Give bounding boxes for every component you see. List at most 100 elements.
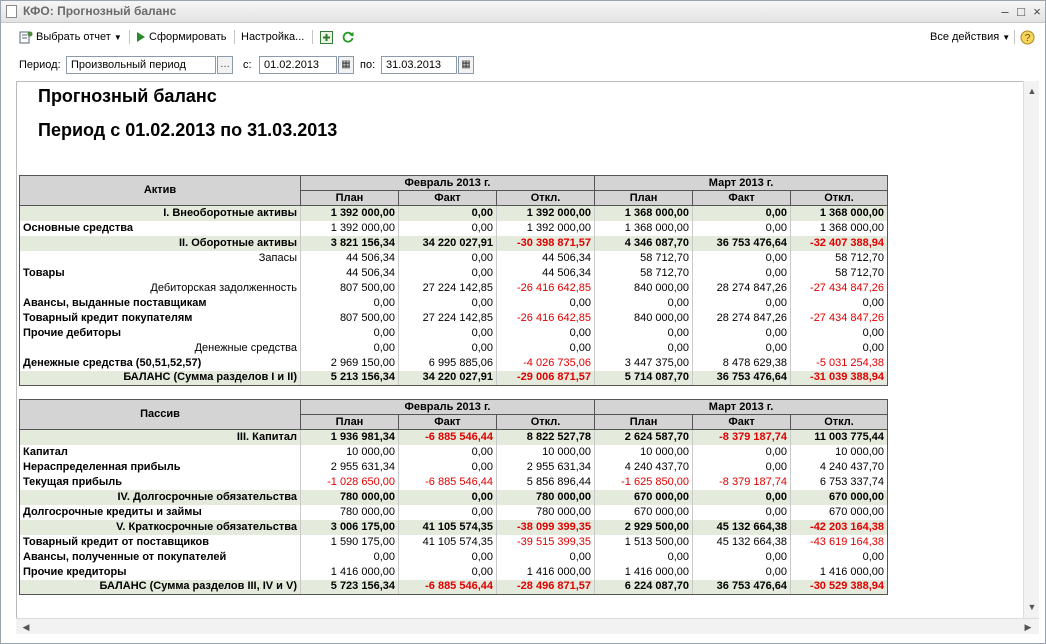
cell-value: 4 240 437,70: [594, 459, 694, 475]
total-row: БАЛАНС (Сумма разделов I и II) 5 213 156,…: [19, 370, 889, 386]
cell-value: 3 447 375,00: [594, 355, 694, 371]
period-to-input[interactable]: 31.03.2013: [381, 56, 457, 74]
minimize-button[interactable]: –: [997, 4, 1013, 19]
cell-value: 6 995 885,06: [398, 355, 497, 371]
cell-value: -38 099 399,35: [496, 519, 596, 535]
table-row: Денежные средства 0,00 0,00 0,00 0,00 0,00 0,0…: [19, 340, 889, 356]
help-button[interactable]: ?: [1020, 28, 1035, 46]
cell-value: 5 856 896,44: [496, 474, 596, 490]
cell-value: -6 885 546,44: [398, 474, 497, 490]
cell-value: -4 026 735,06: [496, 355, 596, 371]
choose-report-button[interactable]: Выбрать отчет ▼: [19, 28, 122, 46]
liabilities-table-body: Пассив Февраль 2013 г. Март 2013 г. План Фак…: [19, 399, 889, 595]
calendar-icon[interactable]: ▦: [458, 56, 474, 74]
cell-value: 840 000,00: [594, 280, 694, 296]
scroll-right-icon[interactable]: ▶: [1020, 619, 1036, 635]
cell-value: 1 416 000,00: [300, 564, 399, 580]
header-row: Актив Февраль 2013 г. Март 2013 г.: [19, 175, 889, 206]
choose-report-label: Выбрать отчет: [36, 31, 111, 43]
cell-value: 0,00: [790, 549, 889, 565]
section-header: Пассив: [19, 399, 301, 430]
table-row: Дебиторская задолженность 807 500,00 27 22…: [19, 280, 889, 296]
cell-value: 10 000,00: [496, 444, 596, 460]
settings-button[interactable]: Настройка...: [241, 28, 304, 46]
cell-value: 36 753 476,64: [692, 235, 792, 251]
horizontal-scrollbar[interactable]: ◀ ▶: [16, 618, 1039, 634]
cell-value: 34 220 027,91: [398, 370, 497, 386]
vertical-scrollbar[interactable]: ▲ ▼: [1023, 81, 1039, 618]
column-group-mar: Март 2013 г.: [594, 399, 889, 415]
cell-value: 58 712,70: [790, 265, 889, 281]
refresh-button[interactable]: [341, 28, 355, 46]
cell-value: 0,00: [496, 340, 596, 356]
cell-value: 5 723 156,34: [300, 579, 399, 595]
cell-value: 0,00: [398, 504, 497, 520]
cell-value: 1 936 981,34: [300, 429, 399, 445]
row-label: Прочие дебиторы: [19, 325, 301, 341]
all-actions-menu[interactable]: Все действия ▼: [930, 28, 1010, 46]
report-area: Прогнозный баланс Период с 01.02.2013 по…: [16, 81, 1023, 618]
scroll-up-icon[interactable]: ▲: [1024, 83, 1040, 99]
period-from-input[interactable]: 01.02.2013: [259, 56, 337, 74]
chevron-down-icon: ▼: [113, 33, 122, 42]
cell-value: 0,00: [496, 549, 596, 565]
table-row: Авансы, полученные от покупателей 0,00 0,0…: [19, 549, 889, 565]
cell-value: 0,00: [398, 205, 497, 221]
scroll-left-icon[interactable]: ◀: [18, 619, 34, 635]
cell-value: 10 000,00: [594, 444, 694, 460]
section-row: V. Краткосрочные обязательства 3 006 175,…: [19, 519, 889, 535]
cell-value: 1 368 000,00: [594, 220, 694, 236]
cell-value: 0,00: [692, 325, 792, 341]
row-label: IV. Долгосрочные обязательства: [19, 489, 301, 505]
cell-value: 1 392 000,00: [300, 220, 399, 236]
chevron-down-icon: ▼: [1002, 33, 1011, 42]
column-header-fact: Факт: [398, 414, 497, 430]
column-header-plan: План: [300, 414, 399, 430]
table-row: Запасы 44 506,34 0,00 44 506,34 58 712,70 0,0…: [19, 250, 889, 266]
period-from-label: с:: [243, 59, 252, 71]
cell-value: 27 224 142,85: [398, 280, 497, 296]
cell-value: 1 368 000,00: [594, 205, 694, 221]
maximize-button[interactable]: □: [1013, 4, 1029, 19]
cell-value: 0,00: [692, 504, 792, 520]
cell-value: 0,00: [790, 340, 889, 356]
cell-value: 0,00: [692, 295, 792, 311]
cell-value: 8 822 527,78: [496, 429, 596, 445]
row-label: Авансы, выданные поставщикам: [19, 295, 301, 311]
total-row: БАЛАНС (Сумма разделов III, IV и V) 5 723…: [19, 579, 889, 595]
cell-value: 780 000,00: [496, 489, 596, 505]
generate-button[interactable]: Сформировать: [136, 28, 227, 46]
liabilities-table: Пассив Февраль 2013 г. Март 2013 г. План Фак…: [19, 399, 889, 595]
period-select-button[interactable]: …: [217, 56, 233, 74]
cell-value: -32 407 388,94: [790, 235, 889, 251]
cell-value: 0,00: [398, 549, 497, 565]
cell-value: 2 969 150,00: [300, 355, 399, 371]
row-label: Текущая прибыль: [19, 474, 301, 490]
report-window: КФО: Прогнозный баланс – □ × Выбрать отч…: [0, 0, 1046, 644]
cell-value: 0,00: [496, 295, 596, 311]
add-button[interactable]: [320, 28, 333, 46]
cell-value: 44 506,34: [496, 250, 596, 266]
scroll-down-icon[interactable]: ▼: [1024, 599, 1040, 615]
cell-value: 4 346 087,70: [594, 235, 694, 251]
toolbar-divider: [1014, 30, 1015, 44]
section-header: Актив: [19, 175, 301, 206]
cell-value: 1 392 000,00: [496, 205, 596, 221]
cell-value: -29 006 871,57: [496, 370, 596, 386]
close-button[interactable]: ×: [1029, 4, 1045, 19]
cell-value: 3 006 175,00: [300, 519, 399, 535]
period-select[interactable]: Произвольный период: [66, 56, 216, 74]
table-row: Товары 44 506,34 0,00 44 506,34 58 712,70 0,0…: [19, 265, 889, 281]
cell-value: -26 416 642,85: [496, 310, 596, 326]
cell-value: 0,00: [398, 250, 497, 266]
cell-value: 11 003 775,44: [790, 429, 889, 445]
toolbar: Выбрать отчет ▼ Сформировать Настройка..…: [1, 24, 1045, 50]
cell-value: 58 712,70: [594, 250, 694, 266]
cell-value: 5 213 156,34: [300, 370, 399, 386]
cell-value: 0,00: [692, 265, 792, 281]
cell-value: 36 753 476,64: [692, 370, 792, 386]
cell-value: -30 529 388,94: [790, 579, 889, 595]
cell-value: 2 929 500,00: [594, 519, 694, 535]
calendar-icon[interactable]: ▦: [338, 56, 354, 74]
header-row: Пассив Февраль 2013 г. Март 2013 г.: [19, 399, 889, 430]
